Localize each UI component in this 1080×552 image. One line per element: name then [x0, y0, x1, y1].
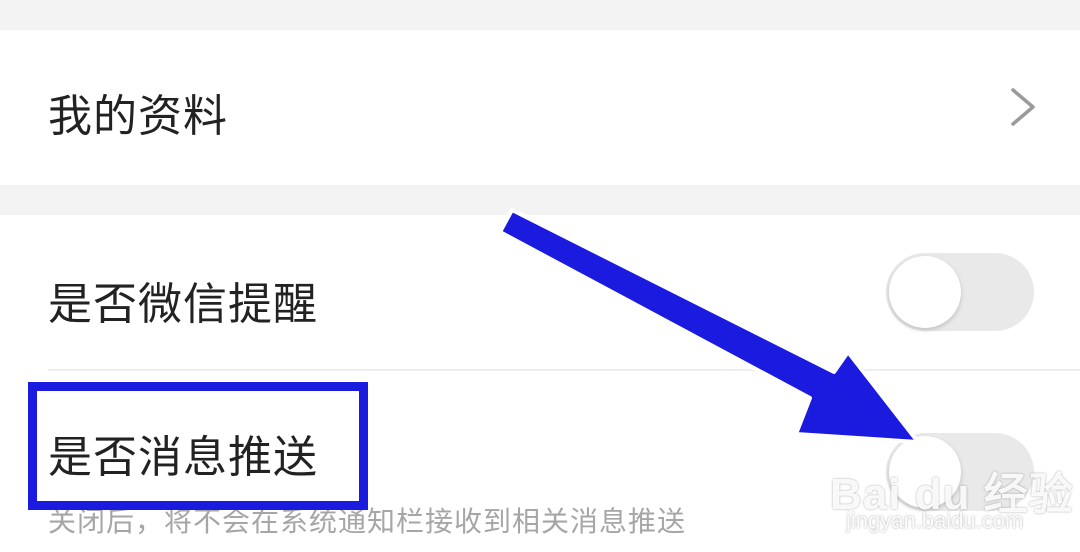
wechat-reminder-toggle[interactable]: [886, 253, 1034, 331]
toggle-knob: [889, 256, 961, 328]
divider: [48, 369, 1080, 371]
profile-label: 我的资料: [48, 91, 228, 142]
section-spacer: [0, 185, 1080, 215]
top-spacer: [0, 0, 1080, 30]
wechat-reminder-label: 是否微信提醒: [48, 279, 318, 330]
chevron-right-icon: [1011, 88, 1035, 126]
watermark-url: jingyan.baidu.com: [846, 508, 1024, 533]
highlight-box: [28, 382, 368, 510]
baidu-watermark: Bai du 经验 jingyan.baidu.com: [830, 458, 1074, 533]
